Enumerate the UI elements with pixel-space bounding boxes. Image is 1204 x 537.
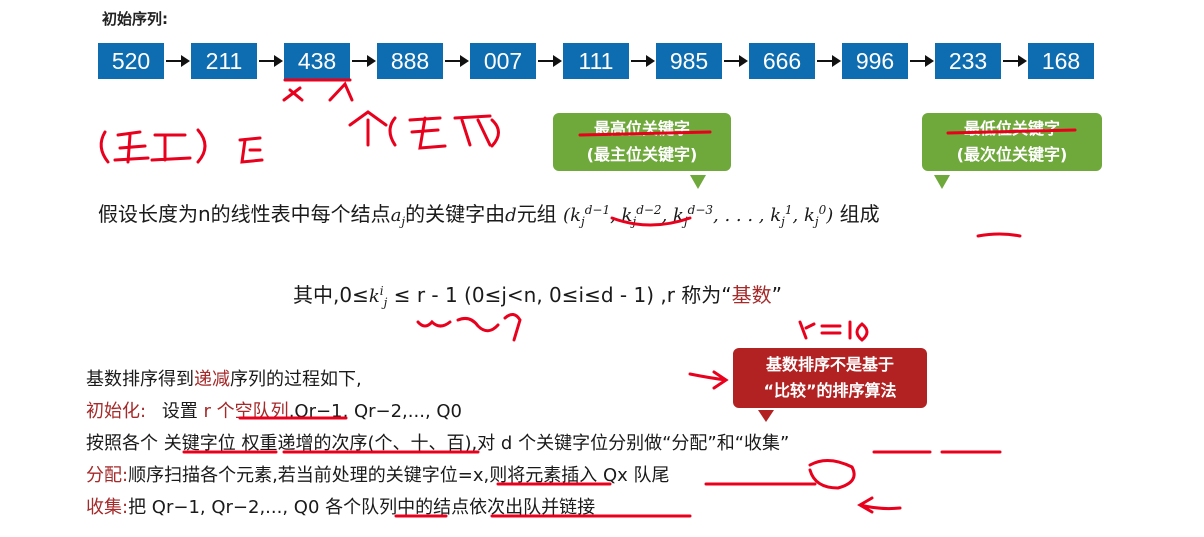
- ink-nine: [503, 313, 522, 342]
- ink-circle-tail: [808, 459, 856, 490]
- ink-glyph-5: [408, 116, 447, 150]
- ink-ten: [848, 320, 869, 342]
- ink-glyph-3: [238, 136, 264, 164]
- ink-mark-1: [282, 86, 304, 102]
- ink-r: [798, 320, 816, 340]
- ink-glyph-4: [348, 110, 388, 147]
- ink-mark-2: [328, 81, 354, 102]
- handwriting-overlay: [99, 78, 1077, 518]
- ink-glyph-6: [453, 114, 492, 147]
- ink-paren-left-2: [388, 116, 397, 147]
- ink-underline-d: [610, 216, 692, 227]
- ink-underline-lsd: [946, 128, 1077, 135]
- ink-equals: [820, 324, 842, 335]
- ink-range: [416, 319, 452, 328]
- ink-arrow-tail: [857, 496, 902, 514]
- ink-underline-compose: [976, 232, 1022, 238]
- ink-paren-right: [196, 128, 207, 164]
- ink-paren-left: [99, 130, 110, 164]
- ink-tilde: [456, 317, 500, 333]
- ink-paren-right-2: [490, 118, 500, 148]
- ink-glyph-1: [113, 130, 150, 164]
- ink-arrow-note: [688, 370, 729, 390]
- ink-underline-msd: [578, 130, 712, 137]
- ink-glyph-2: [150, 133, 192, 162]
